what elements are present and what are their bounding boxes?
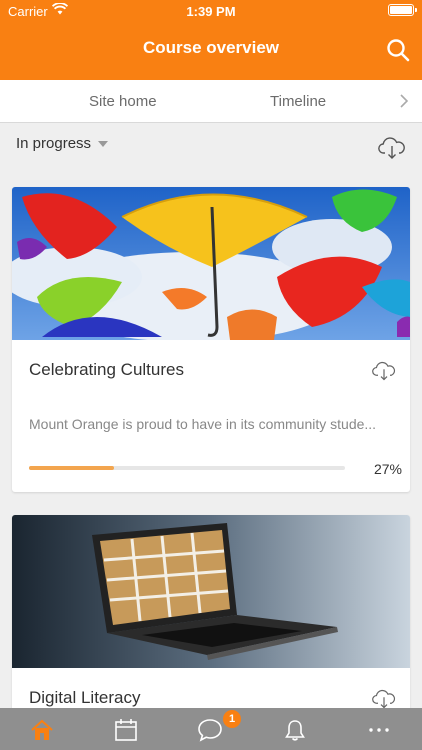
bottom-tab-bar xyxy=(0,708,422,750)
course-card[interactable]: Celebrating Cultures Mount Orange is pro… xyxy=(12,187,410,492)
search-button[interactable] xyxy=(384,36,412,64)
cloud-download-icon xyxy=(378,137,405,159)
tab-site-home[interactable]: Site home xyxy=(89,93,157,110)
app-header: Carrier 1:39 PM Course overview xyxy=(0,0,422,80)
search-icon xyxy=(387,39,410,62)
battery-icon xyxy=(388,4,417,16)
calendar-icon xyxy=(115,719,137,741)
more-icon xyxy=(369,728,389,732)
course-progress-bar xyxy=(29,466,345,470)
page-title: Course overview xyxy=(142,38,280,57)
messages-badge: 1 xyxy=(223,710,241,728)
tab-notifications[interactable] xyxy=(280,717,310,743)
course-progress-fill xyxy=(29,466,115,470)
course-card[interactable]: Digital Literacy xyxy=(12,515,410,715)
course-name[interactable]: Celebrating Cultures xyxy=(29,360,184,380)
course-summary: Mount Orange is proud to have in its com… xyxy=(29,416,377,432)
course-name[interactable]: Digital Literacy xyxy=(29,688,141,708)
course-image-umbrellas xyxy=(12,187,410,340)
clock: 1:39 PM xyxy=(186,4,236,19)
tab-calendar[interactable] xyxy=(111,717,141,743)
cloud-download-icon xyxy=(372,689,395,709)
tab-timeline[interactable]: Timeline xyxy=(270,93,326,110)
tab-bar-top: Site home Timeline xyxy=(0,80,422,123)
chat-bubble-icon xyxy=(198,719,222,742)
course-download-button[interactable] xyxy=(372,360,396,387)
tab-home[interactable] xyxy=(27,717,57,743)
tab-messages[interactable] xyxy=(195,717,225,743)
chevron-right-icon[interactable] xyxy=(400,94,409,113)
course-filter-select[interactable]: In progress xyxy=(16,135,109,152)
course-progress-label: 27% xyxy=(373,461,402,477)
download-all-button[interactable] xyxy=(378,136,406,165)
course-image-laptop xyxy=(12,515,410,668)
status-bar: Carrier 1:39 PM xyxy=(0,0,422,22)
caret-down-icon xyxy=(98,140,109,147)
filter-label: In progress xyxy=(16,135,92,152)
bell-icon xyxy=(285,720,305,741)
cloud-download-icon xyxy=(372,361,395,381)
home-icon xyxy=(31,719,53,740)
tab-more[interactable] xyxy=(364,717,394,743)
